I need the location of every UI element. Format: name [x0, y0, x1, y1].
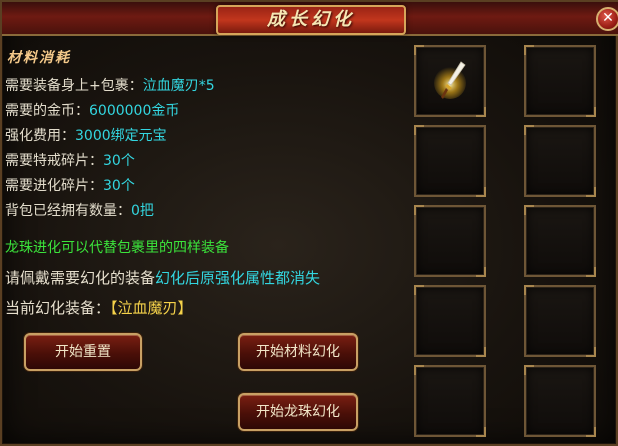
wear-warning: 幻化后原强化属性都消失 [155, 269, 321, 287]
material-row-evolution-fragments: 需要进化碎片：30个 [5, 175, 215, 200]
material-row-ring-fragments: 需要特戒碎片：30个 [5, 150, 215, 175]
wear-instruction: 请佩戴需要幻化的装备幻化后原强化属性都消失 [5, 267, 320, 288]
dragon-pearl-transform-button[interactable]: 开始龙珠幻化 [238, 393, 358, 431]
equipment-slot[interactable] [414, 365, 486, 437]
material-label: 需要进化碎片： [5, 178, 103, 194]
material-label: 需要的金币： [5, 103, 89, 119]
material-value: 3000绑定元宝 [75, 128, 167, 144]
equipment-slot[interactable] [414, 205, 486, 277]
equipment-slot[interactable] [414, 285, 486, 357]
current-equipment-value: 【泣血魔刃】 [110, 299, 193, 317]
reset-button[interactable]: 开始重置 [24, 333, 142, 371]
material-value: 泣血魔刃*5 [142, 78, 215, 94]
equipment-slot[interactable] [524, 125, 596, 197]
material-label: 需要装备身上+包裹： [5, 78, 143, 94]
equipment-slot[interactable] [524, 365, 596, 437]
current-equipment: 当前幻化装备：【泣血魔刃】 [5, 297, 193, 318]
blade-weapon-icon [434, 61, 466, 99]
transform-window: 成长幻化 ✕ 材料消耗 需要装备身上+包裹：泣血魔刃*5 需要的金币：60000… [0, 0, 618, 446]
material-value: 30个 [103, 153, 135, 169]
material-row-owned-count: 背包已经拥有数量：0把 [5, 200, 215, 225]
materials-heading: 材料消耗 [7, 50, 71, 66]
current-equipment-label: 当前幻化装备： [5, 299, 111, 317]
material-transform-button[interactable]: 开始材料幻化 [238, 333, 358, 371]
material-label: 强化费用： [5, 128, 75, 144]
equipment-slot[interactable] [524, 205, 596, 277]
wear-prefix: 请佩戴需要幻化的装备 [5, 269, 156, 287]
material-row-fee: 强化费用：3000绑定元宝 [5, 125, 215, 150]
material-value: 30个 [103, 178, 135, 194]
equipment-slot[interactable] [414, 125, 486, 197]
material-row-equipment: 需要装备身上+包裹：泣血魔刃*5 [5, 75, 215, 100]
dragon-pearl-note: 龙珠进化可以代替包裹里的四样装备 [5, 240, 229, 256]
equipment-slot[interactable] [524, 285, 596, 357]
materials-list: 需要装备身上+包裹：泣血魔刃*5 需要的金币：6000000金币 强化费用：30… [5, 75, 215, 225]
equipment-slot[interactable] [414, 45, 486, 117]
material-label: 背包已经拥有数量： [5, 203, 131, 219]
window-title: 成长幻化 [267, 9, 355, 30]
close-icon: ✕ [602, 10, 614, 26]
material-value: 6000000金币 [89, 103, 180, 119]
material-value: 0把 [131, 203, 154, 219]
equipment-slot[interactable] [524, 45, 596, 117]
material-label: 需要特戒碎片： [5, 153, 103, 169]
close-button[interactable]: ✕ [596, 7, 618, 31]
material-row-gold: 需要的金币：6000000金币 [5, 100, 215, 125]
